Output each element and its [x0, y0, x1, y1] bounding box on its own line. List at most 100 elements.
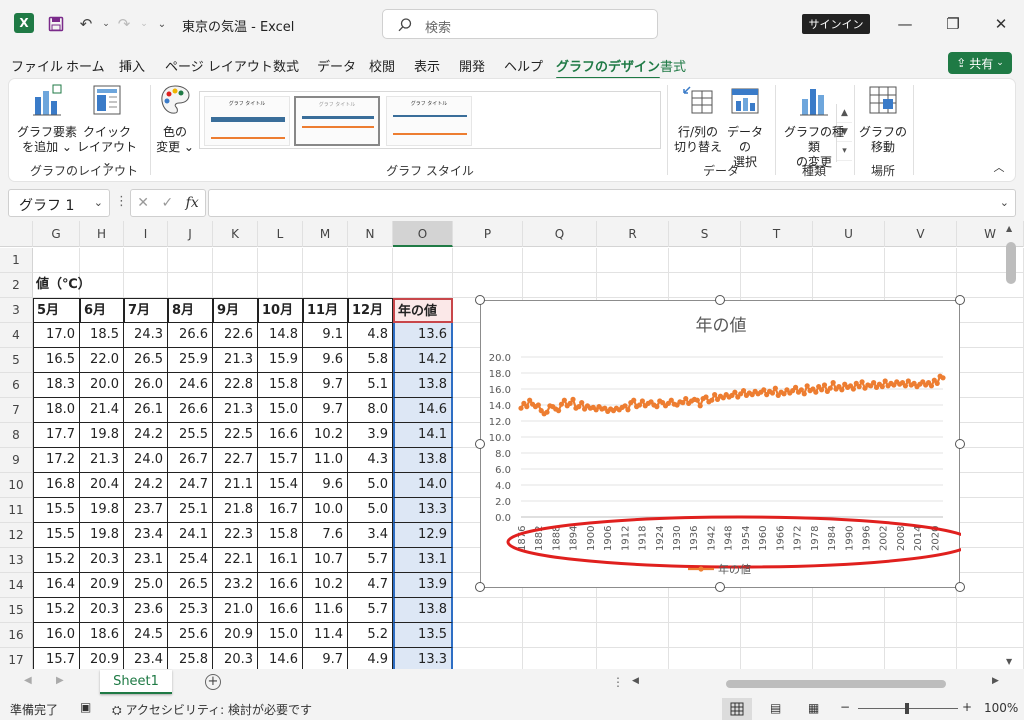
data-cell[interactable]: 10.2 — [303, 573, 348, 598]
data-cell[interactable]: 15.4 — [258, 473, 303, 498]
column-header[interactable]: S — [669, 221, 741, 247]
row-header[interactable]: 4 — [0, 323, 33, 348]
chart-style-thumb-selected[interactable]: グラフ タイトル — [294, 96, 380, 146]
resize-handle[interactable] — [475, 439, 485, 449]
data-cell[interactable]: 22.6 — [213, 323, 258, 348]
next-sheet-icon[interactable]: ▶ — [56, 675, 64, 686]
cell[interactable] — [957, 648, 1024, 669]
data-cell[interactable]: 25.9 — [168, 348, 213, 373]
data-cell[interactable]: 3.4 — [348, 523, 393, 548]
cell[interactable] — [957, 523, 1024, 548]
cell[interactable] — [741, 598, 813, 623]
select-all-corner[interactable] — [0, 221, 33, 247]
data-cell[interactable]: 17.7 — [33, 423, 80, 448]
data-cell[interactable]: 16.6 — [258, 423, 303, 448]
data-cell[interactable]: 20.4 — [80, 473, 124, 498]
cell[interactable] — [213, 248, 258, 273]
cell[interactable] — [957, 323, 1024, 348]
data-cell[interactable]: 15.5 — [33, 523, 80, 548]
cell[interactable] — [957, 498, 1024, 523]
data-cell[interactable]: 9.6 — [303, 348, 348, 373]
column-header[interactable]: N — [348, 221, 393, 247]
row-header[interactable]: 5 — [0, 348, 33, 373]
column-header-cell[interactable]: 12月 — [348, 298, 393, 323]
tab-chart-design[interactable]: グラフのデザイン — [556, 56, 661, 80]
data-cell[interactable]: 10.2 — [303, 423, 348, 448]
tab-home[interactable]: ホーム — [66, 56, 105, 75]
data-cell[interactable]: 4.7 — [348, 573, 393, 598]
data-cell[interactable]: 14.6 — [258, 648, 303, 669]
data-cell[interactable]: 20.3 — [80, 598, 124, 623]
data-cell[interactable]: 21.8 — [213, 498, 258, 523]
data-cell[interactable]: 13.1 — [393, 548, 453, 573]
cell[interactable] — [168, 248, 213, 273]
sheet-tab-sheet1[interactable]: Sheet1 — [100, 670, 172, 694]
column-header[interactable]: R — [597, 221, 669, 247]
cell[interactable] — [957, 573, 1024, 598]
minimize-button[interactable]: — — [890, 10, 920, 38]
row-header[interactable]: 3 — [0, 298, 33, 323]
prev-sheet-icon[interactable]: ◀ — [24, 675, 32, 686]
restore-button[interactable]: ❐ — [938, 10, 968, 38]
page-layout-view-icon[interactable]: ▤ — [770, 701, 781, 715]
data-cell[interactable]: 7.6 — [303, 523, 348, 548]
chart-style-thumb[interactable]: グラフ タイトル — [386, 96, 472, 146]
cell[interactable] — [124, 248, 168, 273]
column-header-cell[interactable]: 8月 — [168, 298, 213, 323]
cell[interactable] — [741, 648, 813, 669]
cell[interactable] — [523, 598, 597, 623]
row-header[interactable]: 6 — [0, 373, 33, 398]
zoom-in-icon[interactable]: + — [962, 700, 972, 714]
row-header[interactable]: 12 — [0, 523, 33, 548]
vertical-scrollbar-thumb[interactable] — [1006, 242, 1016, 284]
data-cell[interactable]: 5.7 — [348, 548, 393, 573]
data-cell[interactable]: 25.1 — [168, 498, 213, 523]
cell[interactable] — [453, 598, 523, 623]
data-cell[interactable]: 13.6 — [393, 323, 453, 348]
scroll-right-icon[interactable]: ▶ — [992, 676, 999, 686]
resize-handle[interactable] — [475, 582, 485, 592]
data-cell[interactable]: 10.0 — [303, 498, 348, 523]
cell[interactable] — [741, 623, 813, 648]
data-cell[interactable]: 18.6 — [80, 623, 124, 648]
collapse-ribbon-icon[interactable]: ︿ — [989, 159, 1009, 175]
resize-handle[interactable] — [955, 582, 965, 592]
data-cell[interactable]: 26.7 — [168, 448, 213, 473]
data-cell[interactable]: 26.6 — [168, 323, 213, 348]
row-header[interactable]: 11 — [0, 498, 33, 523]
tab-view[interactable]: 表示 — [414, 56, 440, 75]
tab-data[interactable]: データ — [317, 56, 356, 75]
data-cell[interactable]: 15.2 — [33, 548, 80, 573]
data-cell[interactable]: 5.0 — [348, 498, 393, 523]
column-header[interactable]: M — [303, 221, 348, 247]
cell[interactable] — [885, 598, 957, 623]
data-cell[interactable]: 9.1 — [303, 323, 348, 348]
cell[interactable] — [303, 248, 348, 273]
column-header[interactable]: G — [33, 221, 80, 247]
undo-dropdown-icon[interactable]: ⌄ — [96, 14, 116, 34]
data-cell[interactable]: 15.5 — [33, 498, 80, 523]
scroll-left-icon[interactable]: ◀ — [632, 676, 639, 686]
confirm-entry-icon[interactable]: ✓ — [161, 195, 173, 211]
data-cell[interactable]: 21.3 — [80, 448, 124, 473]
data-cell[interactable]: 15.8 — [258, 373, 303, 398]
cell[interactable] — [258, 273, 303, 298]
cell[interactable] — [669, 598, 741, 623]
data-cell[interactable]: 10.7 — [303, 548, 348, 573]
data-cell[interactable]: 25.0 — [124, 573, 168, 598]
expand-formula-icon[interactable]: ⌄ — [1000, 196, 1009, 209]
data-cell[interactable]: 21.1 — [213, 473, 258, 498]
worksheet-grid[interactable]: GHIJKLMNOPQRSTUVW 1 2 3 4 5 6 7 8 9 10 11 12 13 14 15 1… — [0, 221, 1024, 669]
data-cell[interactable]: 26.5 — [124, 348, 168, 373]
cell[interactable] — [957, 423, 1024, 448]
data-cell[interactable]: 26.1 — [124, 398, 168, 423]
data-cell[interactable]: 13.3 — [393, 648, 453, 669]
data-cell[interactable]: 21.4 — [80, 398, 124, 423]
data-cell[interactable]: 15.0 — [258, 623, 303, 648]
add-sheet-icon[interactable]: + — [205, 674, 221, 690]
cell[interactable] — [80, 248, 124, 273]
row-header[interactable]: 15 — [0, 598, 33, 623]
signin-button[interactable]: サインイン — [802, 14, 870, 34]
data-cell[interactable]: 23.4 — [124, 523, 168, 548]
move-chart-button[interactable]: グラフの 移動 — [857, 83, 909, 155]
